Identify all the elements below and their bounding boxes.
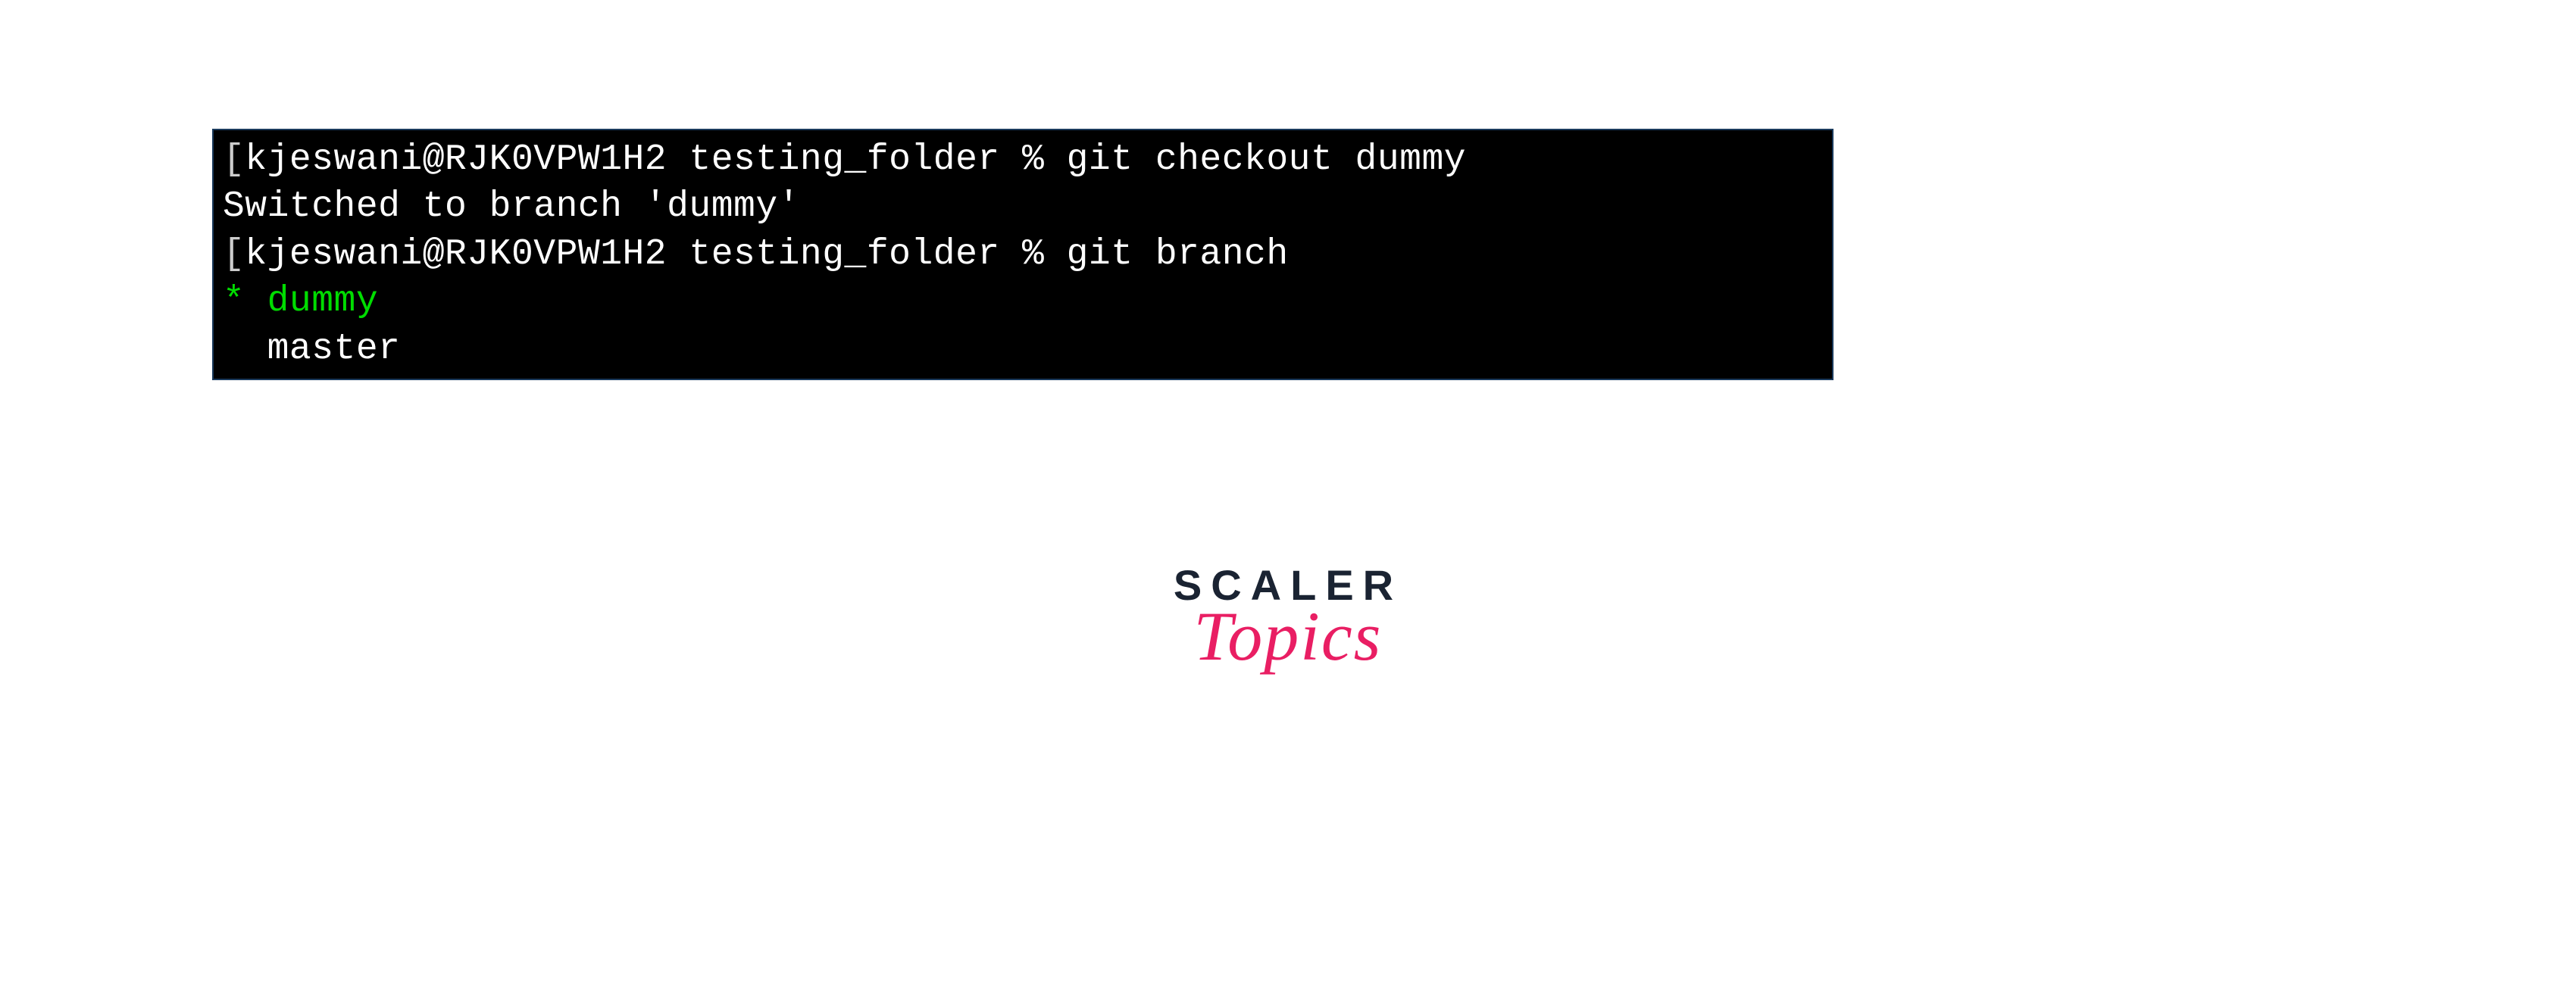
terminal-line-branch-current: * dummy: [223, 278, 1823, 325]
terminal-line-branch: master: [223, 326, 1823, 373]
terminal-line-output: Switched to branch 'dummy': [223, 183, 1823, 230]
branch-name: master: [267, 329, 401, 370]
branch-marker: *: [223, 281, 267, 322]
shell-prompt: kjeswani@RJK0VPW1H2 testing_folder %: [245, 139, 1066, 180]
branch-name-current: dummy: [267, 281, 379, 322]
output-text: Switched to branch 'dummy': [223, 186, 800, 227]
logo: SCALER Topics: [1174, 560, 1402, 676]
branch-marker: [223, 329, 267, 370]
shell-prompt: kjeswani@RJK0VPW1H2 testing_folder %: [245, 234, 1066, 275]
logo-text-secondary: Topics: [1174, 596, 1402, 676]
git-command: git checkout dummy: [1067, 139, 1466, 180]
terminal-line-command: [kjeswani@RJK0VPW1H2 testing_folder % gi…: [223, 231, 1823, 278]
prompt-bracket: [: [223, 139, 245, 180]
terminal-line-command: [kjeswani@RJK0VPW1H2 testing_folder % gi…: [223, 136, 1823, 183]
git-command: git branch: [1067, 234, 1289, 275]
terminal-window[interactable]: [kjeswani@RJK0VPW1H2 testing_folder % gi…: [212, 129, 1834, 380]
prompt-bracket: [: [223, 234, 245, 275]
